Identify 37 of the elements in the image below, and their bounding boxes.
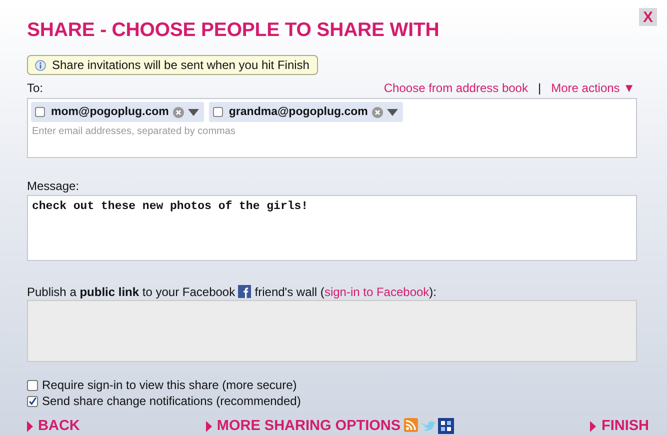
checkbox[interactable] [35, 107, 45, 117]
info-notice: Share invitations will be sent when you hit Finish [27, 55, 318, 75]
recipient-email: mom@pogoplug.com [51, 106, 169, 118]
dialog-title: SHARE - CHOOSE PEOPLE TO SHARE WITH [27, 19, 440, 42]
address-book-link[interactable]: Choose from address book [384, 81, 528, 95]
more-actions-link[interactable]: More actions ▼ [551, 81, 635, 95]
to-label: To: [27, 81, 44, 95]
remove-icon[interactable] [172, 106, 184, 118]
checkbox[interactable] [27, 380, 38, 390]
checkbox[interactable] [27, 396, 38, 406]
facebook-sign-in-link[interactable]: sign-in to Facebook [324, 285, 430, 299]
caret-icon [206, 420, 212, 432]
checkbox[interactable] [212, 107, 223, 117]
option-label: Send share change notifications (recommended) [42, 394, 301, 408]
recipient-chip[interactable]: grandma@pogoplug.com [208, 102, 403, 122]
facebook-field[interactable] [27, 300, 637, 362]
dropdown-icon[interactable] [188, 108, 199, 116]
more-sharing-link[interactable]: MORE SHARING OPTIONS [206, 418, 401, 434]
recipient-chip[interactable]: mom@pogoplug.com [31, 102, 204, 122]
option-label: Require sign-in to view this share (more secure) [42, 378, 297, 392]
close-button[interactable]: X [639, 8, 657, 26]
grid-icon[interactable] [438, 418, 454, 434]
remove-icon[interactable] [372, 106, 383, 118]
recipients-field[interactable]: mom@pogoplug.com grandma@pogoplug.com Enter email addresses, separated by commas [27, 98, 637, 158]
caret-icon [27, 420, 33, 432]
back-link[interactable]: BACK [27, 418, 80, 434]
dropdown-icon[interactable] [386, 108, 398, 116]
rss-icon[interactable] [404, 418, 418, 432]
caret-icon [590, 420, 596, 432]
message-field[interactable]: check out these new photos of the girls! [27, 195, 637, 261]
info-icon [35, 60, 46, 70]
finish-link[interactable]: FINISH [590, 418, 649, 434]
facebook-icon [238, 285, 252, 298]
message-label: Message: [27, 179, 80, 193]
separator: | [538, 81, 542, 95]
recipient-email: grandma@pogoplug.com [228, 106, 368, 118]
publish-text: Publish a public link to your Facebook friend's wall (sign-in to Facebook): [27, 285, 438, 299]
